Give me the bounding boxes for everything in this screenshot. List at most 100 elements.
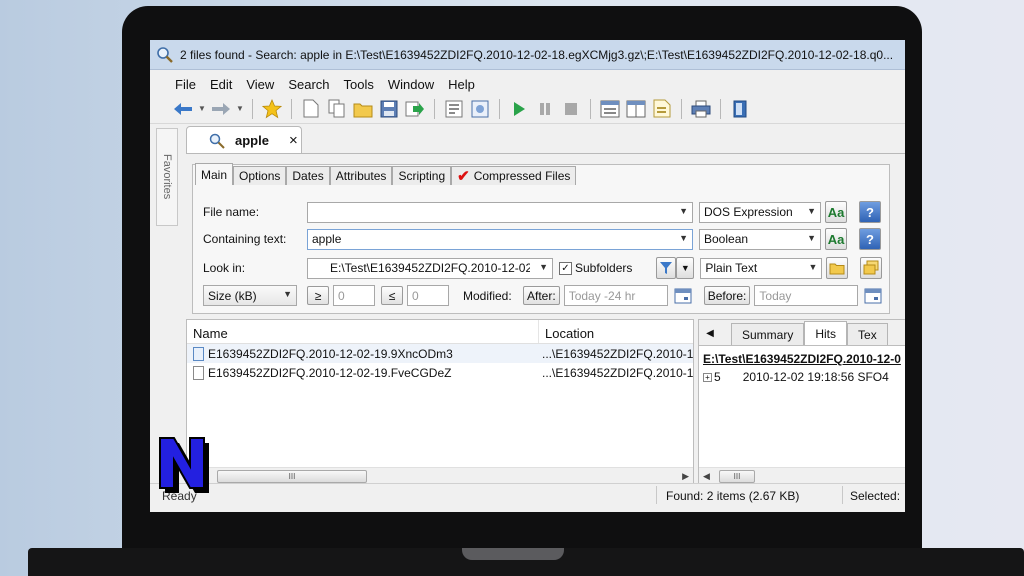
menu-window[interactable]: Window xyxy=(381,77,441,94)
filter-funnel-button[interactable] xyxy=(656,257,677,279)
chevron-down-icon: ▼ xyxy=(539,261,548,272)
size-unit-select[interactable]: Size (kB) ▼ xyxy=(203,285,297,306)
play-start-icon[interactable] xyxy=(508,98,530,120)
file-icon xyxy=(193,346,204,361)
hit-file-path[interactable]: E:\Test\E1639452ZDI2FQ.2010-12-0 xyxy=(703,352,905,366)
hits-content: E:\Test\E1639452ZDI2FQ.2010-12-0 + 5 201… xyxy=(699,346,905,390)
favorite-star-icon[interactable] xyxy=(261,98,283,120)
column-header-location[interactable]: Location xyxy=(539,320,693,343)
after-date-input[interactable]: Today -24 hr xyxy=(563,285,668,306)
forward-arrow-icon[interactable] xyxy=(210,98,232,120)
chevron-down-icon: ▼ xyxy=(808,261,818,272)
list-view-icon[interactable] xyxy=(599,98,621,120)
help-button[interactable]: ? xyxy=(859,201,881,223)
tab-scripting[interactable]: Scripting xyxy=(392,166,452,185)
calendar-icon[interactable] xyxy=(862,286,884,306)
table-row[interactable]: E1639452ZDI2FQ.2010-12-02-19.FveCGDeZ ..… xyxy=(187,363,693,382)
filter-dropdown-button[interactable]: ▼ xyxy=(676,257,695,279)
print-icon[interactable] xyxy=(690,98,712,120)
expand-plus-icon[interactable]: + xyxy=(703,373,712,382)
before-button[interactable]: Before: xyxy=(703,286,751,305)
detail-pane: ◀ Summary Hits Tex E:\Test\E1639452ZDI2F… xyxy=(698,319,905,485)
status-divider xyxy=(842,486,843,504)
search-document-tab[interactable]: apple × xyxy=(186,126,302,154)
exit-door-icon[interactable] xyxy=(729,98,751,120)
containing-mode-select[interactable]: Boolean ▼ xyxy=(699,228,821,250)
tab-main[interactable]: Main xyxy=(195,163,234,185)
pause-icon[interactable] xyxy=(534,98,556,120)
calendar-icon[interactable] xyxy=(672,286,694,306)
tab-hits[interactable]: Hits xyxy=(804,321,848,345)
chevron-down-icon: ▼ xyxy=(679,232,688,243)
menu-search[interactable]: Search xyxy=(281,77,336,94)
menu-help[interactable]: Help xyxy=(441,77,482,94)
scroll-left-icon[interactable]: ◀ xyxy=(703,471,710,482)
look-in-select[interactable]: E:\Test\E1639452ZDI2FQ.2010-12-02-1 ▼ xyxy=(307,257,553,279)
hit-line[interactable]: + 5 2010-12-02 19:18:56 SFO4 xyxy=(703,370,905,384)
min-size-input[interactable]: 0 xyxy=(333,285,375,306)
preview-icon[interactable] xyxy=(469,98,491,120)
browse-folder-button[interactable] xyxy=(826,257,849,279)
table-row[interactable]: E1639452ZDI2FQ.2010-12-02-19.9XncODm3 ..… xyxy=(187,344,693,363)
tab-options[interactable]: Options xyxy=(233,166,287,185)
copy-document-icon[interactable] xyxy=(326,98,348,120)
back-arrow-icon[interactable] xyxy=(172,98,194,120)
new-document-icon[interactable] xyxy=(300,98,322,120)
file-name-input[interactable]: ▼ xyxy=(307,201,693,223)
tab-text[interactable]: Tex xyxy=(847,323,888,345)
back-dropdown-icon[interactable]: ▼ xyxy=(198,104,206,113)
menu-tools[interactable]: Tools xyxy=(337,77,381,94)
file-name-mode-value: DOS Expression xyxy=(704,205,793,219)
stop-icon[interactable] xyxy=(560,98,582,120)
folder-icon xyxy=(829,263,845,275)
tab-compressed-files[interactable]: ✔ Compressed Files xyxy=(451,166,577,185)
less-equal-button[interactable]: ≤ xyxy=(381,286,403,305)
size-unit-value: Size (kB) xyxy=(208,288,257,303)
folders-icon xyxy=(863,260,879,275)
before-date-input[interactable]: Today xyxy=(754,285,859,306)
tab-summary[interactable]: Summary xyxy=(731,323,805,345)
scroll-right-icon[interactable]: ▶ xyxy=(682,471,689,482)
help-button[interactable]: ? xyxy=(859,228,881,250)
toolbar-separator xyxy=(720,98,721,119)
scrollbar-thumb[interactable]: III xyxy=(217,470,367,483)
properties-icon[interactable] xyxy=(443,98,465,120)
containing-text-input[interactable]: apple ▼ xyxy=(307,228,693,250)
magnifier-app-icon xyxy=(157,46,173,63)
menu-edit[interactable]: Edit xyxy=(203,77,239,94)
column-header-name[interactable]: Name xyxy=(187,320,539,343)
greater-equal-button[interactable]: ≥ xyxy=(307,286,329,305)
scrollbar-thumb[interactable]: III xyxy=(719,470,755,483)
chevron-down-icon: ▼ xyxy=(807,232,816,243)
results-horizontal-scrollbar[interactable]: ◀ III ▶ xyxy=(187,467,693,484)
containing-text-value: apple xyxy=(312,232,342,246)
row-name: E1639452ZDI2FQ.2010-12-02-19.9XncODm3 xyxy=(208,346,453,361)
after-button[interactable]: After: xyxy=(523,286,560,305)
look-in-mode-select[interactable]: Plain Text ▼ xyxy=(700,257,823,279)
modified-label: Modified: xyxy=(463,288,512,303)
open-folder-icon[interactable] xyxy=(352,98,374,120)
subfolders-checkbox[interactable]: ✓ Subfolders xyxy=(559,261,632,275)
save-disk-icon[interactable] xyxy=(378,98,400,120)
hit-count: 5 xyxy=(714,370,721,384)
max-size-input[interactable]: 0 xyxy=(407,285,449,306)
tab-attributes[interactable]: Attributes xyxy=(329,166,393,185)
export-icon[interactable] xyxy=(404,98,426,120)
split-view-icon[interactable] xyxy=(625,98,647,120)
case-sensitive-button[interactable]: Aa xyxy=(825,228,847,250)
window-title: 2 files found - Search: apple in E:\Test… xyxy=(180,47,894,62)
report-icon[interactable] xyxy=(651,98,673,120)
favorites-sidebar-tab[interactable]: Favorites xyxy=(156,128,178,226)
detail-horizontal-scrollbar[interactable]: ◀ III xyxy=(699,467,905,484)
toolbar: ▼ ▼ xyxy=(150,94,905,124)
tabs-scroll-left-icon[interactable]: ◀ xyxy=(699,321,721,345)
file-name-mode-select[interactable]: DOS Expression ▼ xyxy=(699,201,821,223)
case-sensitive-button[interactable]: Aa xyxy=(825,201,847,223)
multi-folder-button[interactable] xyxy=(860,257,883,279)
tab-dates[interactable]: Dates xyxy=(286,166,330,185)
menu-view[interactable]: View xyxy=(239,77,281,94)
menu-file[interactable]: File xyxy=(168,77,203,94)
forward-dropdown-icon[interactable]: ▼ xyxy=(236,104,244,113)
close-tab-icon[interactable]: × xyxy=(289,132,298,149)
chevron-down-icon: ▼ xyxy=(283,289,292,299)
